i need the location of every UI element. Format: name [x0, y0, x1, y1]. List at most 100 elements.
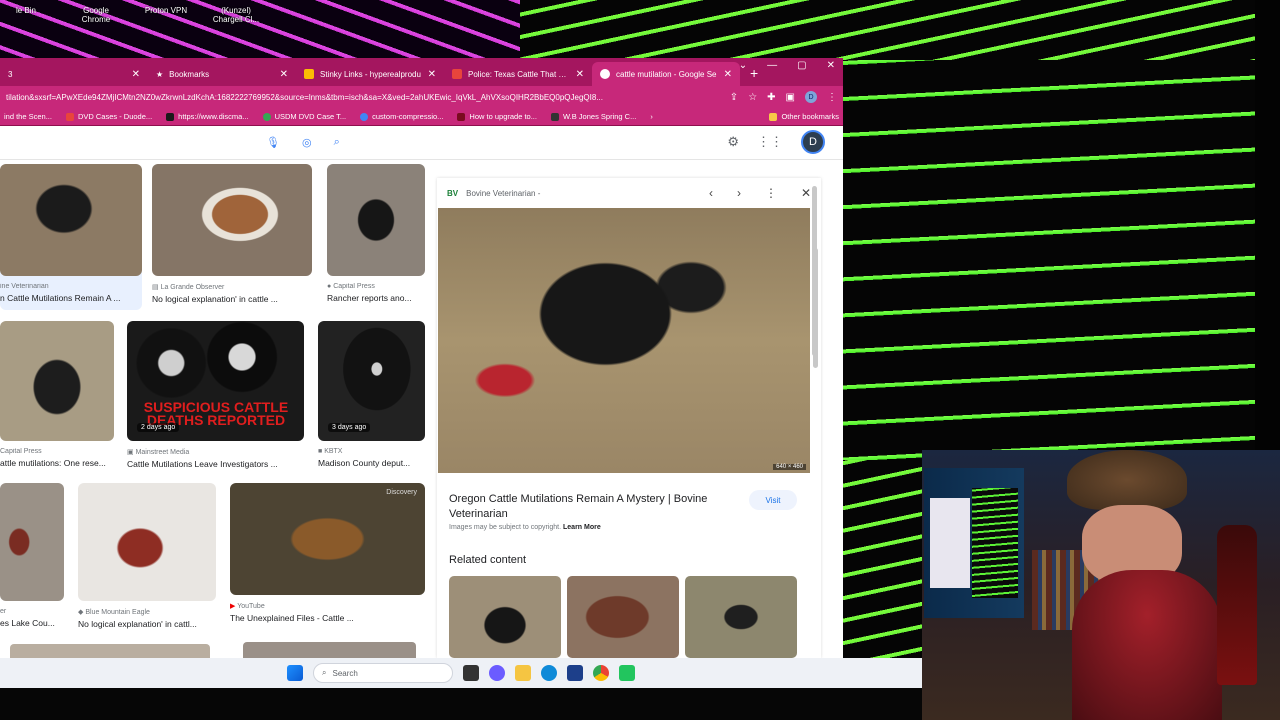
bookmark-item[interactable]: https://www.discma...: [166, 112, 249, 121]
search-icon[interactable]: ⌕: [334, 136, 340, 149]
image-result[interactable]: SUSPICIOUS CATTLE DEATHS REPORTED 2 days…: [127, 321, 304, 471]
close-icon[interactable]: ✕: [132, 69, 140, 80]
image-result[interactable]: 3 days ago ■ KBTX Madison County deput..…: [318, 321, 425, 471]
windows-start-icon[interactable]: [287, 665, 303, 681]
result-title[interactable]: Cattle Mutilations Leave Investigators .…: [127, 459, 304, 469]
edge-icon[interactable]: [541, 665, 557, 681]
result-thumbnail[interactable]: [327, 164, 425, 276]
share-icon[interactable]: ⇪: [730, 92, 738, 103]
close-icon[interactable]: ✕: [428, 69, 436, 80]
bookmark-favicon-icon: [166, 112, 175, 121]
close-icon[interactable]: ✕: [724, 69, 732, 80]
result-thumbnail[interactable]: [0, 483, 64, 601]
google-avatar[interactable]: D: [801, 130, 825, 154]
chevron-right-icon[interactable]: ›: [737, 186, 741, 200]
tab-stinky-links[interactable]: Stinky Links - hyperealprodu ✕: [296, 62, 444, 86]
related-content-heading: Related content: [449, 554, 527, 566]
bookmark-item[interactable]: DVD Cases - Duode...: [65, 112, 152, 121]
preview-title[interactable]: Oregon Cattle Mutilations Remain A Myste…: [449, 492, 739, 522]
apps-grid-icon[interactable]: ⋮⋮: [757, 134, 783, 150]
settings-gear-icon[interactable]: ⚙: [727, 134, 739, 150]
maximize-icon[interactable]: ▢: [797, 60, 806, 71]
microphone-icon[interactable]: 🎙: [266, 136, 280, 149]
chevron-left-icon[interactable]: ‹: [709, 186, 713, 200]
result-title[interactable]: es Lake Cou...: [0, 618, 64, 628]
desktop-icon-recycle-bin[interactable]: le Bin: [0, 0, 52, 30]
chevron-right-icon[interactable]: ›: [650, 112, 653, 121]
extensions-icon[interactable]: ✚: [767, 92, 775, 103]
bookmark-item[interactable]: ind the Scen...: [4, 112, 52, 121]
page-scrollbar[interactable]: [812, 186, 817, 356]
address-bar: tilation&sxsrf=APwXEde94ZMjICMtn2NZ0wZkr…: [0, 86, 843, 108]
bookmark-item[interactable]: W.B Jones Spring C...: [550, 112, 636, 121]
close-icon[interactable]: ✕: [801, 186, 811, 200]
image-result[interactable]: er es Lake Cou...: [0, 483, 64, 633]
close-icon[interactable]: ✕: [576, 69, 584, 80]
related-image[interactable]: [567, 576, 679, 658]
sidepanel-icon[interactable]: ▣: [786, 92, 795, 103]
related-image[interactable]: [449, 576, 561, 658]
taskbar-search[interactable]: ⌕ Search: [313, 663, 453, 683]
result-title[interactable]: attle mutilations: One rese...: [0, 458, 114, 468]
tab-1[interactable]: 3 ✕: [0, 62, 148, 86]
visit-button[interactable]: Visit: [749, 490, 797, 510]
url-input[interactable]: tilation&sxsrf=APwXEde94ZMjICMtn2NZ0wZkr…: [6, 93, 722, 102]
desktop-icon-chrome[interactable]: Google Chrome: [70, 0, 122, 30]
result-thumbnail[interactable]: Discovery: [230, 483, 425, 595]
image-result-partial[interactable]: [10, 644, 210, 658]
result-thumbnail[interactable]: SUSPICIOUS CATTLE DEATHS REPORTED 2 days…: [127, 321, 304, 441]
result-title[interactable]: The Unexplained Files - Cattle ...: [230, 613, 425, 623]
result-thumbnail[interactable]: 3 days ago: [318, 321, 425, 441]
store-icon[interactable]: [567, 665, 583, 681]
image-result[interactable]: Capital Press attle mutilations: One res…: [0, 321, 114, 471]
tab-bookmarks[interactable]: ★ Bookmarks ✕: [148, 62, 296, 86]
result-title[interactable]: No logical explanation' in cattl...: [78, 619, 216, 629]
image-result-partial[interactable]: [243, 642, 416, 658]
chat-icon[interactable]: [489, 665, 505, 681]
bookmark-favicon-icon: [550, 112, 559, 121]
copyright-notice: Images may be subject to copyright. Lear…: [449, 524, 601, 531]
result-thumbnail[interactable]: [0, 164, 142, 276]
image-result[interactable]: Discovery ▶ YouTube The Unexplained File…: [230, 483, 425, 633]
result-title[interactable]: No logical explanation' in cattle ...: [152, 294, 312, 304]
file-explorer-icon[interactable]: [515, 665, 531, 681]
bookmark-item[interactable]: custom-compressio...: [360, 112, 443, 121]
google-search-header: 🎙 ◎ ⌕ ⚙ ⋮⋮ D: [0, 126, 843, 160]
preview-source[interactable]: Bovine Veterinarian -: [466, 189, 701, 198]
image-result[interactable]: ine Veterinarian n Cattle Mutilations Re…: [0, 164, 142, 310]
bookmark-item[interactable]: How to upgrade to...: [457, 112, 537, 121]
chevron-down-icon[interactable]: ⌄: [739, 60, 747, 71]
image-result[interactable]: ● Capital Press Rancher reports ano...: [327, 164, 425, 310]
result-title[interactable]: Rancher reports ano...: [327, 293, 425, 303]
chrome-icon[interactable]: [593, 665, 609, 681]
tab-cattle-mutilation[interactable]: cattle mutilation - Google Se ✕: [592, 62, 740, 86]
result-thumbnail[interactable]: [152, 164, 312, 276]
image-result[interactable]: ◆ Blue Mountain Eagle No logical explana…: [78, 483, 216, 633]
task-view-icon[interactable]: [463, 665, 479, 681]
minimize-icon[interactable]: —: [767, 60, 777, 71]
profile-avatar[interactable]: D: [805, 91, 817, 103]
image-result[interactable]: ▤ La Grande Observer No logical explanat…: [152, 164, 312, 310]
app-icon[interactable]: [619, 665, 635, 681]
close-icon[interactable]: ✕: [280, 69, 288, 80]
more-menu-icon[interactable]: ⋮: [827, 92, 837, 103]
learn-more-link[interactable]: Learn More: [563, 524, 601, 531]
lens-icon[interactable]: ◎: [302, 136, 312, 149]
desktop-icon-chargell[interactable]: (Kunzel) Chargell Cl...: [210, 0, 262, 30]
result-thumbnail[interactable]: [78, 483, 216, 601]
related-image[interactable]: [685, 576, 797, 658]
tab-police-texas[interactable]: Police: Texas Cattle That Die ✕: [444, 62, 592, 86]
result-thumbnail[interactable]: [0, 321, 114, 441]
close-window-icon[interactable]: ✕: [827, 60, 835, 71]
desktop-icon-proton-vpn[interactable]: Proton VPN: [140, 0, 192, 30]
result-title[interactable]: Madison County deput...: [318, 458, 425, 468]
result-source: ine Veterinarian: [0, 283, 49, 290]
other-bookmarks[interactable]: Other bookmarks: [769, 112, 839, 121]
bookmark-item[interactable]: USDM DVD Case T...: [262, 112, 346, 121]
result-title[interactable]: n Cattle Mutilations Remain A ...: [0, 293, 142, 303]
preview-image[interactable]: 640 × 460: [438, 208, 810, 473]
search-box-icons: 🎙 ◎ ⌕: [266, 136, 340, 149]
bookmark-star-icon[interactable]: ☆: [748, 92, 757, 103]
tab-title: Police: Texas Cattle That Die: [468, 69, 570, 79]
more-options-icon[interactable]: ⋮: [765, 186, 777, 200]
